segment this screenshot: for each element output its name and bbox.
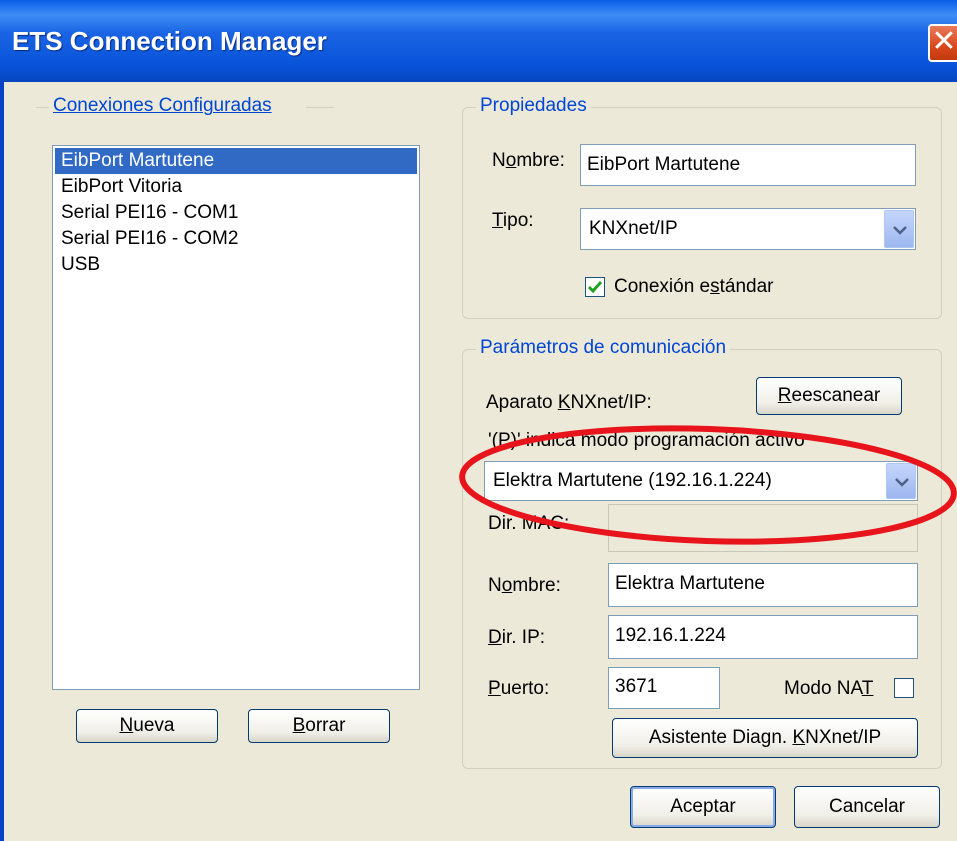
list-item[interactable]: Serial PEI16 - COM2 (55, 226, 417, 252)
chevron-down-icon (893, 226, 907, 235)
rescan-button[interactable]: Reescanear (756, 377, 902, 415)
new-button-accesskey: N (119, 715, 134, 736)
diagnostic-wizard-button[interactable]: Asistente Diagn. KNXnet/IP (612, 718, 918, 758)
cancel-button[interactable]: Cancelar (794, 786, 940, 828)
new-button-label-post: ueva (133, 715, 175, 736)
properties-name-label-post: mbre: (516, 150, 565, 171)
device-name-accesskey: o (501, 575, 513, 596)
diag-label-pre: Asistente Diagn. (648, 727, 793, 748)
programming-hint: '(P)' indica modo programación activo (488, 430, 805, 451)
nat-checkbox[interactable] (894, 678, 914, 698)
chevron-down-icon (895, 478, 909, 487)
connections-legend-rule-right (306, 107, 334, 108)
type-dropdown-button[interactable] (884, 210, 914, 248)
device-name-label: Nombre: (488, 575, 561, 597)
list-item[interactable]: Serial PEI16 - COM1 (55, 200, 417, 226)
properties-type-select[interactable]: KNXnet/IP (580, 208, 916, 250)
device-name-label-pre: N (488, 575, 502, 596)
properties-name-label-pre: N (492, 150, 506, 171)
connections-list[interactable]: EibPort Martutene EibPort Vitoria Serial P… (52, 145, 420, 690)
connections-legend-rule-left (36, 107, 50, 108)
device-dropdown-button[interactable] (886, 463, 916, 499)
delete-connection-button[interactable]: Borrar (248, 709, 390, 743)
device-label-accesskey: K (557, 392, 571, 413)
ok-button[interactable]: Aceptar (630, 786, 776, 828)
list-item[interactable]: USB (55, 252, 417, 278)
ip-label: Dir. IP: (488, 627, 545, 649)
properties-name-input[interactable]: EibPort Martutene (580, 144, 916, 186)
properties-type-value: KNXnet/IP (589, 218, 678, 239)
title-bar: ETS Connection Manager ✕ (0, 0, 957, 82)
delete-button-label-post: orrar (305, 715, 346, 736)
diag-accesskey: K (792, 727, 806, 748)
properties-name-label: Nombre: (492, 150, 565, 172)
connections-legend: Conexiones Configuradas (49, 95, 276, 117)
device-select[interactable]: Elektra Martutene (192.16.1.224) (484, 461, 918, 501)
mac-input (608, 504, 918, 552)
device-name-value: Elektra Martutene (615, 573, 765, 594)
new-connection-button[interactable]: Nueva (76, 709, 218, 743)
list-item[interactable]: EibPort Martutene (55, 148, 417, 174)
delete-button-accesskey: B (292, 715, 306, 736)
device-label-pre: Aparato (486, 392, 558, 413)
standard-connection-accesskey: s (710, 276, 720, 297)
port-label: Puerto: (488, 678, 549, 700)
ip-label-post: ir. IP: (501, 627, 546, 648)
nat-label: Modo NAT (784, 678, 873, 700)
standard-connection-label: Conexión estándar (614, 276, 774, 298)
window-title: ETS Connection Manager (12, 26, 327, 56)
properties-name-accesskey: o (505, 150, 517, 171)
checkmark-icon (587, 281, 603, 294)
close-button[interactable]: ✕ (928, 24, 957, 62)
communication-legend: Parámetros de comunicación (476, 337, 731, 359)
connections-legend-text: Conexiones Configuradas (53, 95, 272, 116)
rescan-accesskey: R (777, 385, 792, 406)
cancel-label: Cancelar (828, 796, 906, 817)
properties-type-label-post: ipo: (502, 210, 534, 231)
port-value: 3671 (615, 676, 658, 697)
device-name-input[interactable]: Elektra Martutene (608, 563, 918, 607)
ok-label: Aceptar (670, 796, 736, 817)
port-input[interactable]: 3671 (608, 667, 720, 709)
port-accesskey: P (488, 678, 501, 699)
properties-legend: Propiedades (476, 95, 591, 117)
standard-connection-label-pre: Conexión e (614, 276, 711, 297)
device-label-post: NXnet/IP: (570, 392, 652, 413)
properties-name-value: EibPort Martutene (587, 154, 741, 175)
diag-label-post: NXnet/IP (805, 727, 882, 748)
nat-accesskey: T (861, 678, 874, 699)
nat-label-pre: Modo NA (784, 678, 862, 699)
ip-input[interactable]: 192.16.1.224 (608, 615, 918, 659)
close-icon: ✕ (931, 25, 957, 58)
standard-connection-checkbox[interactable] (585, 277, 605, 297)
list-item[interactable]: EibPort Vitoria (55, 174, 417, 200)
ip-value: 192.16.1.224 (615, 625, 726, 646)
mac-label: Dir. MAC: (488, 513, 570, 534)
device-label: Aparato KNXnet/IP: (486, 392, 652, 414)
properties-type-label: Tipo: (492, 210, 534, 232)
ip-accesskey: D (488, 627, 502, 648)
device-selected-value: Elektra Martutene (192.16.1.224) (493, 470, 772, 491)
standard-connection-label-post: tándar (719, 276, 774, 297)
port-label-post: uerto: (500, 678, 550, 699)
device-name-label-post: mbre: (512, 575, 561, 596)
properties-type-accesskey: T (492, 210, 503, 231)
rescan-label-post: eescanear (791, 385, 881, 406)
